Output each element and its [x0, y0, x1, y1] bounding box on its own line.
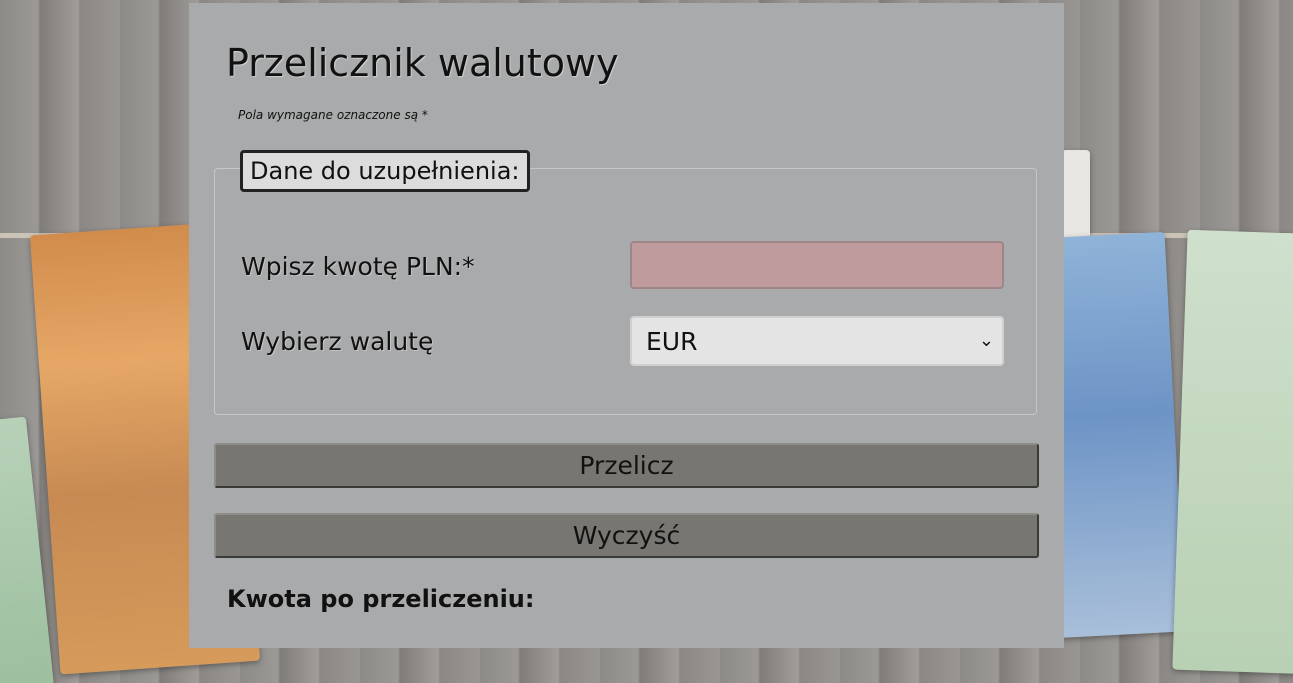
currency-select[interactable]: EUR ⌄ — [630, 316, 1004, 366]
clear-button[interactable]: Wyczyść — [214, 513, 1039, 558]
required-fields-note: Pola wymagane oznaczone są * — [238, 108, 428, 122]
currency-selected-value: EUR — [646, 327, 698, 356]
fieldset-legend: Dane do uzupełnienia: — [240, 150, 530, 192]
result-label: Kwota po przeliczeniu: — [227, 585, 535, 613]
page-title: Przelicznik walutowy — [226, 41, 619, 85]
currency-label: Wybierz walutę — [241, 327, 434, 356]
amount-input[interactable] — [630, 241, 1004, 289]
background-banknote-right — [1172, 229, 1293, 675]
amount-label: Wpisz kwotę PLN:* — [241, 252, 475, 281]
background-clip — [1062, 150, 1090, 240]
converter-panel: Przelicznik walutowy Pola wymagane oznac… — [189, 3, 1064, 648]
calculate-button[interactable]: Przelicz — [214, 443, 1039, 488]
chevron-down-icon: ⌄ — [978, 330, 994, 351]
form-fieldset — [214, 168, 1037, 415]
